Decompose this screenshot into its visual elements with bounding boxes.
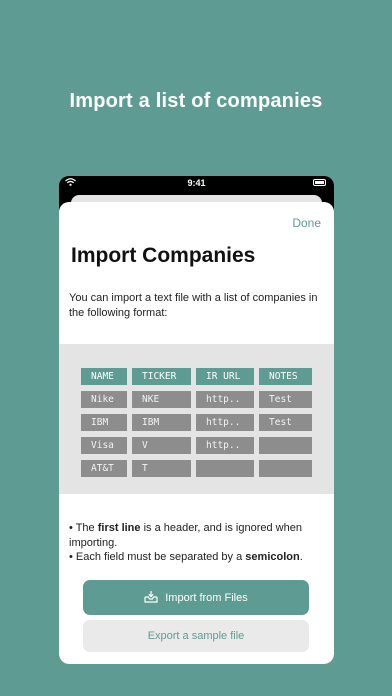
table-cell: T (132, 460, 191, 477)
table-cell: http.. (196, 414, 254, 431)
table-header-cell: NOTES (259, 368, 312, 385)
table-cell: IBM (132, 414, 191, 431)
status-bar: 9:41 (59, 176, 334, 190)
table-cell: http.. (196, 391, 254, 408)
intro-text: You can import a text file with a list o… (69, 292, 318, 319)
note-emphasis: semicolon (245, 551, 300, 563)
table-cell (259, 460, 312, 477)
import-sheet: Done Import Companies You can import a t… (59, 202, 334, 664)
note-text: • The (69, 522, 98, 534)
promo-headline: Import a list of companies (69, 90, 323, 112)
table-cell: Visa (81, 437, 127, 454)
table-header-cell: NAME (81, 368, 127, 385)
table-header-cell: TICKER (132, 368, 191, 385)
note-text: . (299, 551, 303, 563)
battery-icon (313, 179, 326, 186)
note-line-separator: • Each field must be separated by a semi… (69, 550, 329, 565)
table-cell: NKE (132, 391, 191, 408)
table-cell: V (132, 437, 191, 454)
sheet-title: Import Companies (71, 244, 256, 267)
table-cell: Nike (81, 391, 127, 408)
import-button-label: Import from Files (165, 591, 248, 604)
table-cell (259, 437, 312, 454)
status-time: 9:41 (187, 178, 206, 188)
table-cell (196, 460, 254, 477)
format-table: NAME TICKER IR URL NOTES Nike NKE http..… (81, 368, 312, 477)
table-cell: IBM (81, 414, 127, 431)
table-cell: Test (259, 391, 312, 408)
note-line-header: • The first line is a header, and is ign… (69, 521, 329, 550)
table-cell: AT&T (81, 460, 127, 477)
tray-import-icon (144, 590, 158, 606)
format-example: NAME TICKER IR URL NOTES Nike NKE http..… (59, 344, 334, 494)
note-text: • Each field must be separated by a (69, 551, 246, 563)
format-notes: • The first line is a header, and is ign… (69, 521, 329, 565)
table-cell: Test (259, 414, 312, 431)
done-button[interactable]: Done (292, 216, 321, 230)
note-emphasis: first line (97, 522, 141, 534)
table-cell: http.. (196, 437, 254, 454)
phone-frame: 9:41 Done Import Companies You can impor… (59, 176, 334, 664)
export-sample-button[interactable]: Export a sample file (83, 620, 309, 652)
import-from-files-button[interactable]: Import from Files (83, 580, 309, 615)
table-header-cell: IR URL (196, 368, 254, 385)
